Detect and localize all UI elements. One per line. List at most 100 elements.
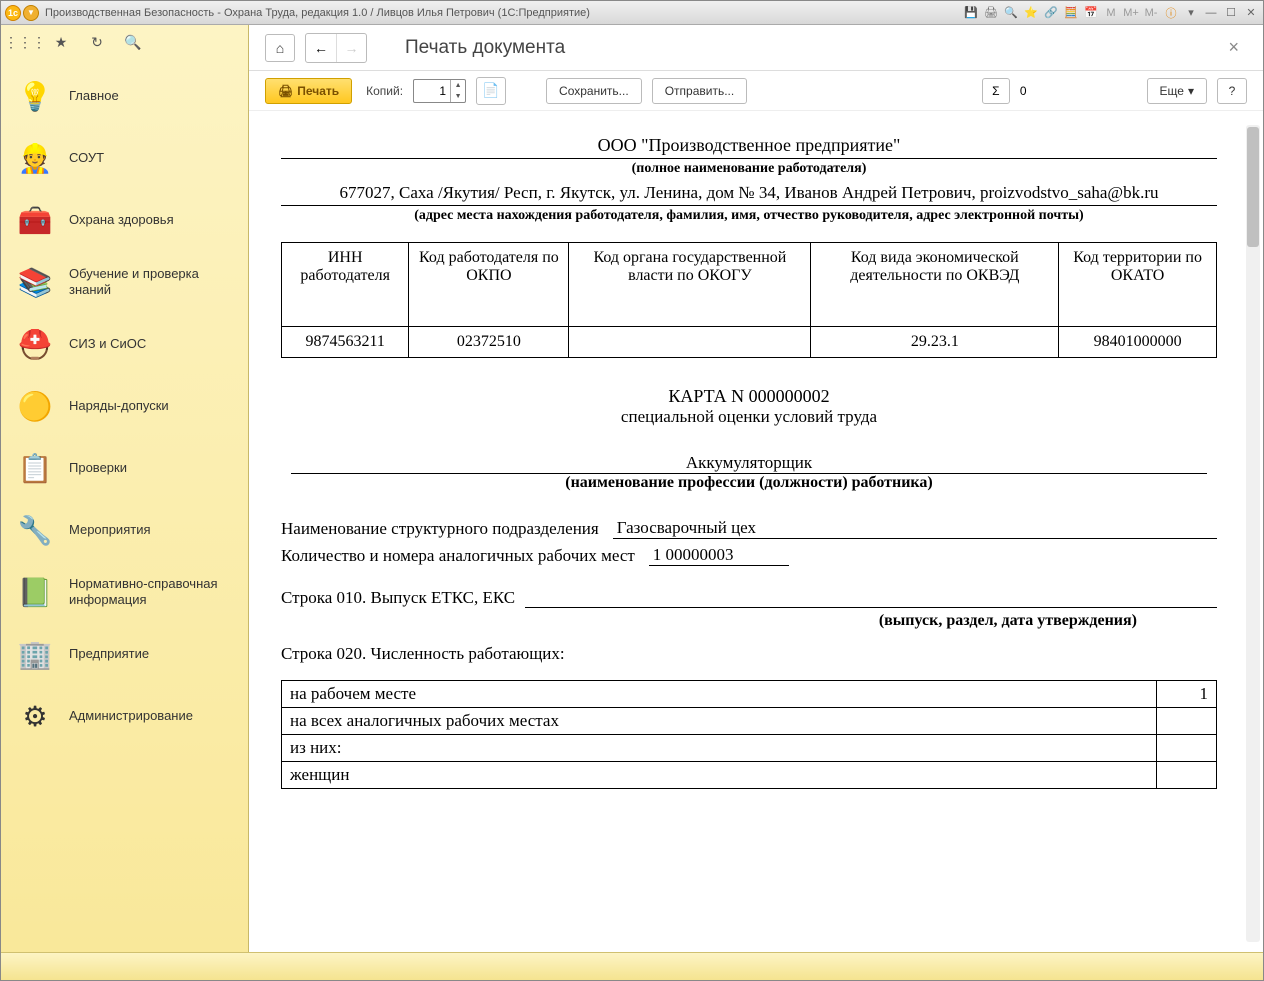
sidebar-item-main[interactable]: 💡Главное xyxy=(1,65,248,127)
app-menu-icon[interactable]: ▼ xyxy=(23,5,39,21)
wrench-icon: 🔧 xyxy=(15,510,55,550)
link-icon[interactable]: 🔗 xyxy=(1043,5,1059,21)
forward-button: → xyxy=(336,34,366,62)
card-title: КАРТА N 000000002 xyxy=(281,386,1217,407)
settings-button[interactable]: 📄 xyxy=(476,77,506,105)
maximize-icon[interactable]: ☐ xyxy=(1223,5,1239,21)
sidebar-item-label: Мероприятия xyxy=(69,522,151,538)
workers-table: на рабочем месте1 на всех аналогичных ра… xyxy=(281,680,1217,789)
profession: Аккумуляторщик xyxy=(291,453,1207,474)
copies-spinner[interactable]: ▲▼ xyxy=(413,79,466,103)
sidebar-item-label: Администрирование xyxy=(69,708,193,724)
help-button[interactable]: ? xyxy=(1217,78,1247,104)
history-icon[interactable]: ↻ xyxy=(87,33,107,53)
save-button-label: Сохранить... xyxy=(559,84,629,98)
apps-icon[interactable]: ⋮⋮⋮ xyxy=(15,33,35,53)
sidebar-item-refs[interactable]: 📗 Нормативно-справочная информация xyxy=(1,561,248,623)
print-button[interactable]: 🖨 Печать xyxy=(265,78,352,104)
dept-value: Газосварочный цех xyxy=(613,518,1217,539)
profession-desc: (наименование профессии (должности) рабо… xyxy=(281,474,1217,492)
minimize-icon[interactable]: — xyxy=(1203,5,1219,21)
close-window-icon[interactable]: ✕ xyxy=(1243,5,1259,21)
scrollbar[interactable] xyxy=(1246,125,1260,942)
calendar-icon[interactable]: 📅 xyxy=(1083,5,1099,21)
back-button[interactable]: ← xyxy=(306,34,336,62)
sidebar-item-label: Наряды-допуски xyxy=(69,398,169,414)
sidebar-item-events[interactable]: 🔧 Мероприятия xyxy=(1,499,248,561)
nav-buttons: ← → xyxy=(305,33,367,63)
mplus-icon[interactable]: M+ xyxy=(1123,5,1139,21)
mminus-icon[interactable]: M- xyxy=(1143,5,1159,21)
sidebar-item-training[interactable]: 📚Обучение и проверка знаний xyxy=(1,251,248,313)
favorite-icon[interactable]: ⭐ xyxy=(1023,5,1039,21)
sum-button[interactable]: Σ xyxy=(982,78,1010,104)
sidebar-item-permits[interactable]: 🟡Наряды-допуски xyxy=(1,375,248,437)
card-subtitle: специальной оценки условий труда xyxy=(281,407,1217,427)
star-icon[interactable]: ★ xyxy=(51,33,71,53)
w-r1-label: на рабочем месте xyxy=(282,681,1157,708)
clipboard-icon: 📋 xyxy=(15,448,55,488)
w-r2-label: на всех аналогичных рабочих местах xyxy=(282,708,1157,735)
close-tab-button[interactable]: × xyxy=(1220,33,1247,62)
spinner-down-icon[interactable]: ▼ xyxy=(451,91,465,102)
status-bar xyxy=(1,952,1263,980)
worker-icon: 👷 xyxy=(15,138,55,178)
th-okogu: Код органа государственной власти по ОКО… xyxy=(569,243,811,327)
save-button[interactable]: Сохранить... xyxy=(546,78,642,104)
sidebar-item-enterprise[interactable]: 🏢Предприятие xyxy=(1,623,248,685)
scrollbar-thumb[interactable] xyxy=(1247,127,1259,247)
gear-icon: ⚙ xyxy=(15,696,55,736)
search-icon[interactable]: 🔍 xyxy=(123,33,143,53)
th-okved: Код вида экономической деятельности по О… xyxy=(811,243,1059,327)
employer-address: 677027, Саха /Якутия/ Респ, г. Якутск, у… xyxy=(281,183,1217,206)
folders-icon: 📗 xyxy=(15,572,55,612)
lamp-icon: 💡 xyxy=(15,76,55,116)
sidebar-item-health[interactable]: 🧰Охрана здоровья xyxy=(1,189,248,251)
titlebar: 1c ▼ Производственная Безопасность - Охр… xyxy=(1,1,1263,25)
more-button[interactable]: Еще▾ xyxy=(1147,78,1207,104)
sidebar: ⋮⋮⋮ ★ ↻ 🔍 💡Главное 👷 СОУТ 🧰Охрана здоровь… xyxy=(1,25,249,952)
page-title: Печать документа xyxy=(405,37,565,59)
dropdown-icon[interactable]: ▾ xyxy=(1183,5,1199,21)
sidebar-item-siz[interactable]: ⛑️СИЗ и СиОС xyxy=(1,313,248,375)
info-icon[interactable]: ⓘ xyxy=(1163,5,1179,21)
company-name: ООО "Производственное предприятие" xyxy=(281,135,1217,159)
company-sub: (полное наименование работодателя) xyxy=(281,161,1217,177)
sidebar-item-label: Обучение и проверка знаний xyxy=(69,266,234,297)
sidebar-item-label: Охрана здоровья xyxy=(69,212,174,228)
address-desc: (адрес места нахождения работодателя, фа… xyxy=(281,208,1217,224)
w-r3-val xyxy=(1157,735,1217,762)
home-button[interactable]: ⌂ xyxy=(265,34,295,62)
more-button-label: Еще xyxy=(1160,84,1184,98)
td-okogu xyxy=(569,327,811,358)
spinner-up-icon[interactable]: ▲ xyxy=(451,80,465,91)
m-icon[interactable]: M xyxy=(1103,5,1119,21)
line010-desc: (выпуск, раздел, дата утверждения) xyxy=(281,612,1217,630)
th-okpo: Код работодателя по ОКПО xyxy=(409,243,569,327)
td-okved: 29.23.1 xyxy=(811,327,1059,358)
w-r4-label: женщин xyxy=(282,762,1157,789)
sidebar-item-checks[interactable]: 📋Проверки xyxy=(1,437,248,499)
sidebar-item-label: Предприятие xyxy=(69,646,149,662)
sidebar-item-label: Нормативно-справочная информация xyxy=(69,576,234,607)
line020-label: Строка 020. Численность работающих: xyxy=(281,644,1217,664)
helmet-icon: ⛑️ xyxy=(15,324,55,364)
w-r4-val xyxy=(1157,762,1217,789)
td-okato: 98401000000 xyxy=(1059,327,1217,358)
copies-input[interactable] xyxy=(414,82,450,100)
th-inn: ИНН работодателя xyxy=(282,243,409,327)
save-icon[interactable]: 💾 xyxy=(963,5,979,21)
codes-table: ИНН работодателя Код работодателя по ОКП… xyxy=(281,242,1217,358)
w-r1-val: 1 xyxy=(1157,681,1217,708)
sidebar-item-admin[interactable]: ⚙ Администрирование xyxy=(1,685,248,747)
preview-icon[interactable]: 🔍 xyxy=(1003,5,1019,21)
calc-icon[interactable]: 🧮 xyxy=(1063,5,1079,21)
printer-icon: 🖨 xyxy=(278,84,293,98)
send-button[interactable]: Отправить... xyxy=(652,78,748,104)
sidebar-item-sout[interactable]: 👷 СОУТ xyxy=(1,127,248,189)
sidebar-item-label: СОУТ xyxy=(69,150,104,166)
print-icon[interactable]: 🖨 xyxy=(983,5,999,21)
document-body: ООО "Производственное предприятие" (полн… xyxy=(267,125,1245,809)
window-title: Производственная Безопасность - Охрана Т… xyxy=(45,7,963,19)
print-button-label: Печать xyxy=(297,84,339,98)
